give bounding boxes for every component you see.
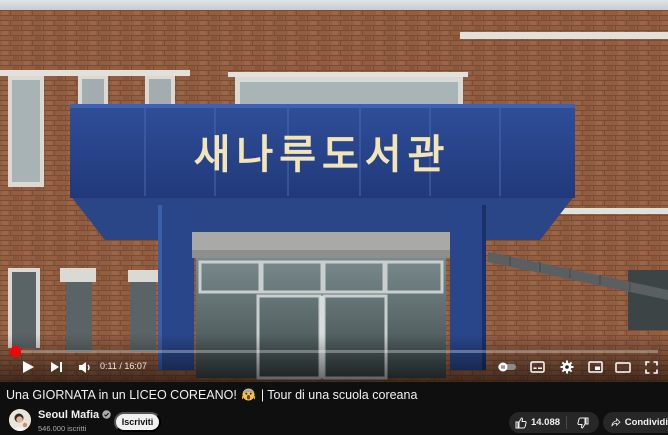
play-button[interactable] xyxy=(20,358,36,376)
theater-mode-icon xyxy=(615,361,631,373)
subscribe-button[interactable]: Iscriviti xyxy=(114,412,161,432)
like-count: 14.088 xyxy=(530,417,561,428)
time-display: 0:11 / 16:07 xyxy=(100,361,147,371)
video-frame: 새나루도서관 xyxy=(0,0,668,382)
miniplayer-icon xyxy=(587,361,603,373)
autoplay-toggle[interactable] xyxy=(496,358,518,376)
time-current: 0:11 xyxy=(100,361,117,371)
volume-button[interactable] xyxy=(76,358,94,376)
fullscreen-button[interactable] xyxy=(642,358,660,376)
subscriber-count: 546.000 iscritti xyxy=(38,424,87,433)
video-title-subtitle: | Tour di una scuola coreana xyxy=(257,388,418,402)
share-button[interactable]: Condividi xyxy=(603,412,668,433)
settings-icon xyxy=(560,360,574,374)
like-dislike-group: 14.088 xyxy=(509,412,599,433)
verified-icon xyxy=(102,410,111,419)
autoplay-toggle-icon xyxy=(498,362,516,372)
channel-avatar[interactable] xyxy=(9,409,31,431)
video-title: Una GIORNATA in un LICEO COREANO! | Tour… xyxy=(6,388,417,402)
channel-name-text[interactable]: Seoul Mafia xyxy=(38,409,99,421)
miniplayer-button[interactable] xyxy=(586,358,604,376)
settings-button[interactable] xyxy=(558,358,576,376)
next-button[interactable] xyxy=(48,358,64,376)
next-icon xyxy=(50,362,62,372)
subtitles-icon xyxy=(529,361,545,373)
video-player[interactable]: 새나루도서관 0:11 / 16:07 xyxy=(0,0,668,382)
dislike-button[interactable] xyxy=(567,412,599,433)
share-icon xyxy=(611,417,621,427)
progress-bar[interactable] xyxy=(9,346,658,357)
video-title-main: Una GIORNATA in un LICEO COREANO! xyxy=(6,388,237,402)
building-sign-text: 새나루도서관 xyxy=(194,132,451,178)
time-total: 16:07 xyxy=(124,361,147,371)
thumbs-up-icon xyxy=(515,416,527,428)
share-label: Condividi xyxy=(624,417,668,428)
play-icon xyxy=(22,361,34,373)
subtitles-button[interactable] xyxy=(528,358,546,376)
fullscreen-icon xyxy=(644,360,658,374)
screaming-face-icon xyxy=(242,388,256,401)
avatar-image xyxy=(9,409,31,431)
video-page: 새나루도서관 0:11 / 16:07 Una GIORNATA in un L… xyxy=(0,0,668,435)
like-button[interactable]: 14.088 xyxy=(509,412,566,433)
channel-name[interactable]: Seoul Mafia xyxy=(38,409,111,421)
progress-bar-scrubber[interactable] xyxy=(9,346,21,357)
volume-icon xyxy=(78,361,90,373)
theater-mode-button[interactable] xyxy=(614,358,632,376)
thumbs-down-icon xyxy=(577,417,589,429)
